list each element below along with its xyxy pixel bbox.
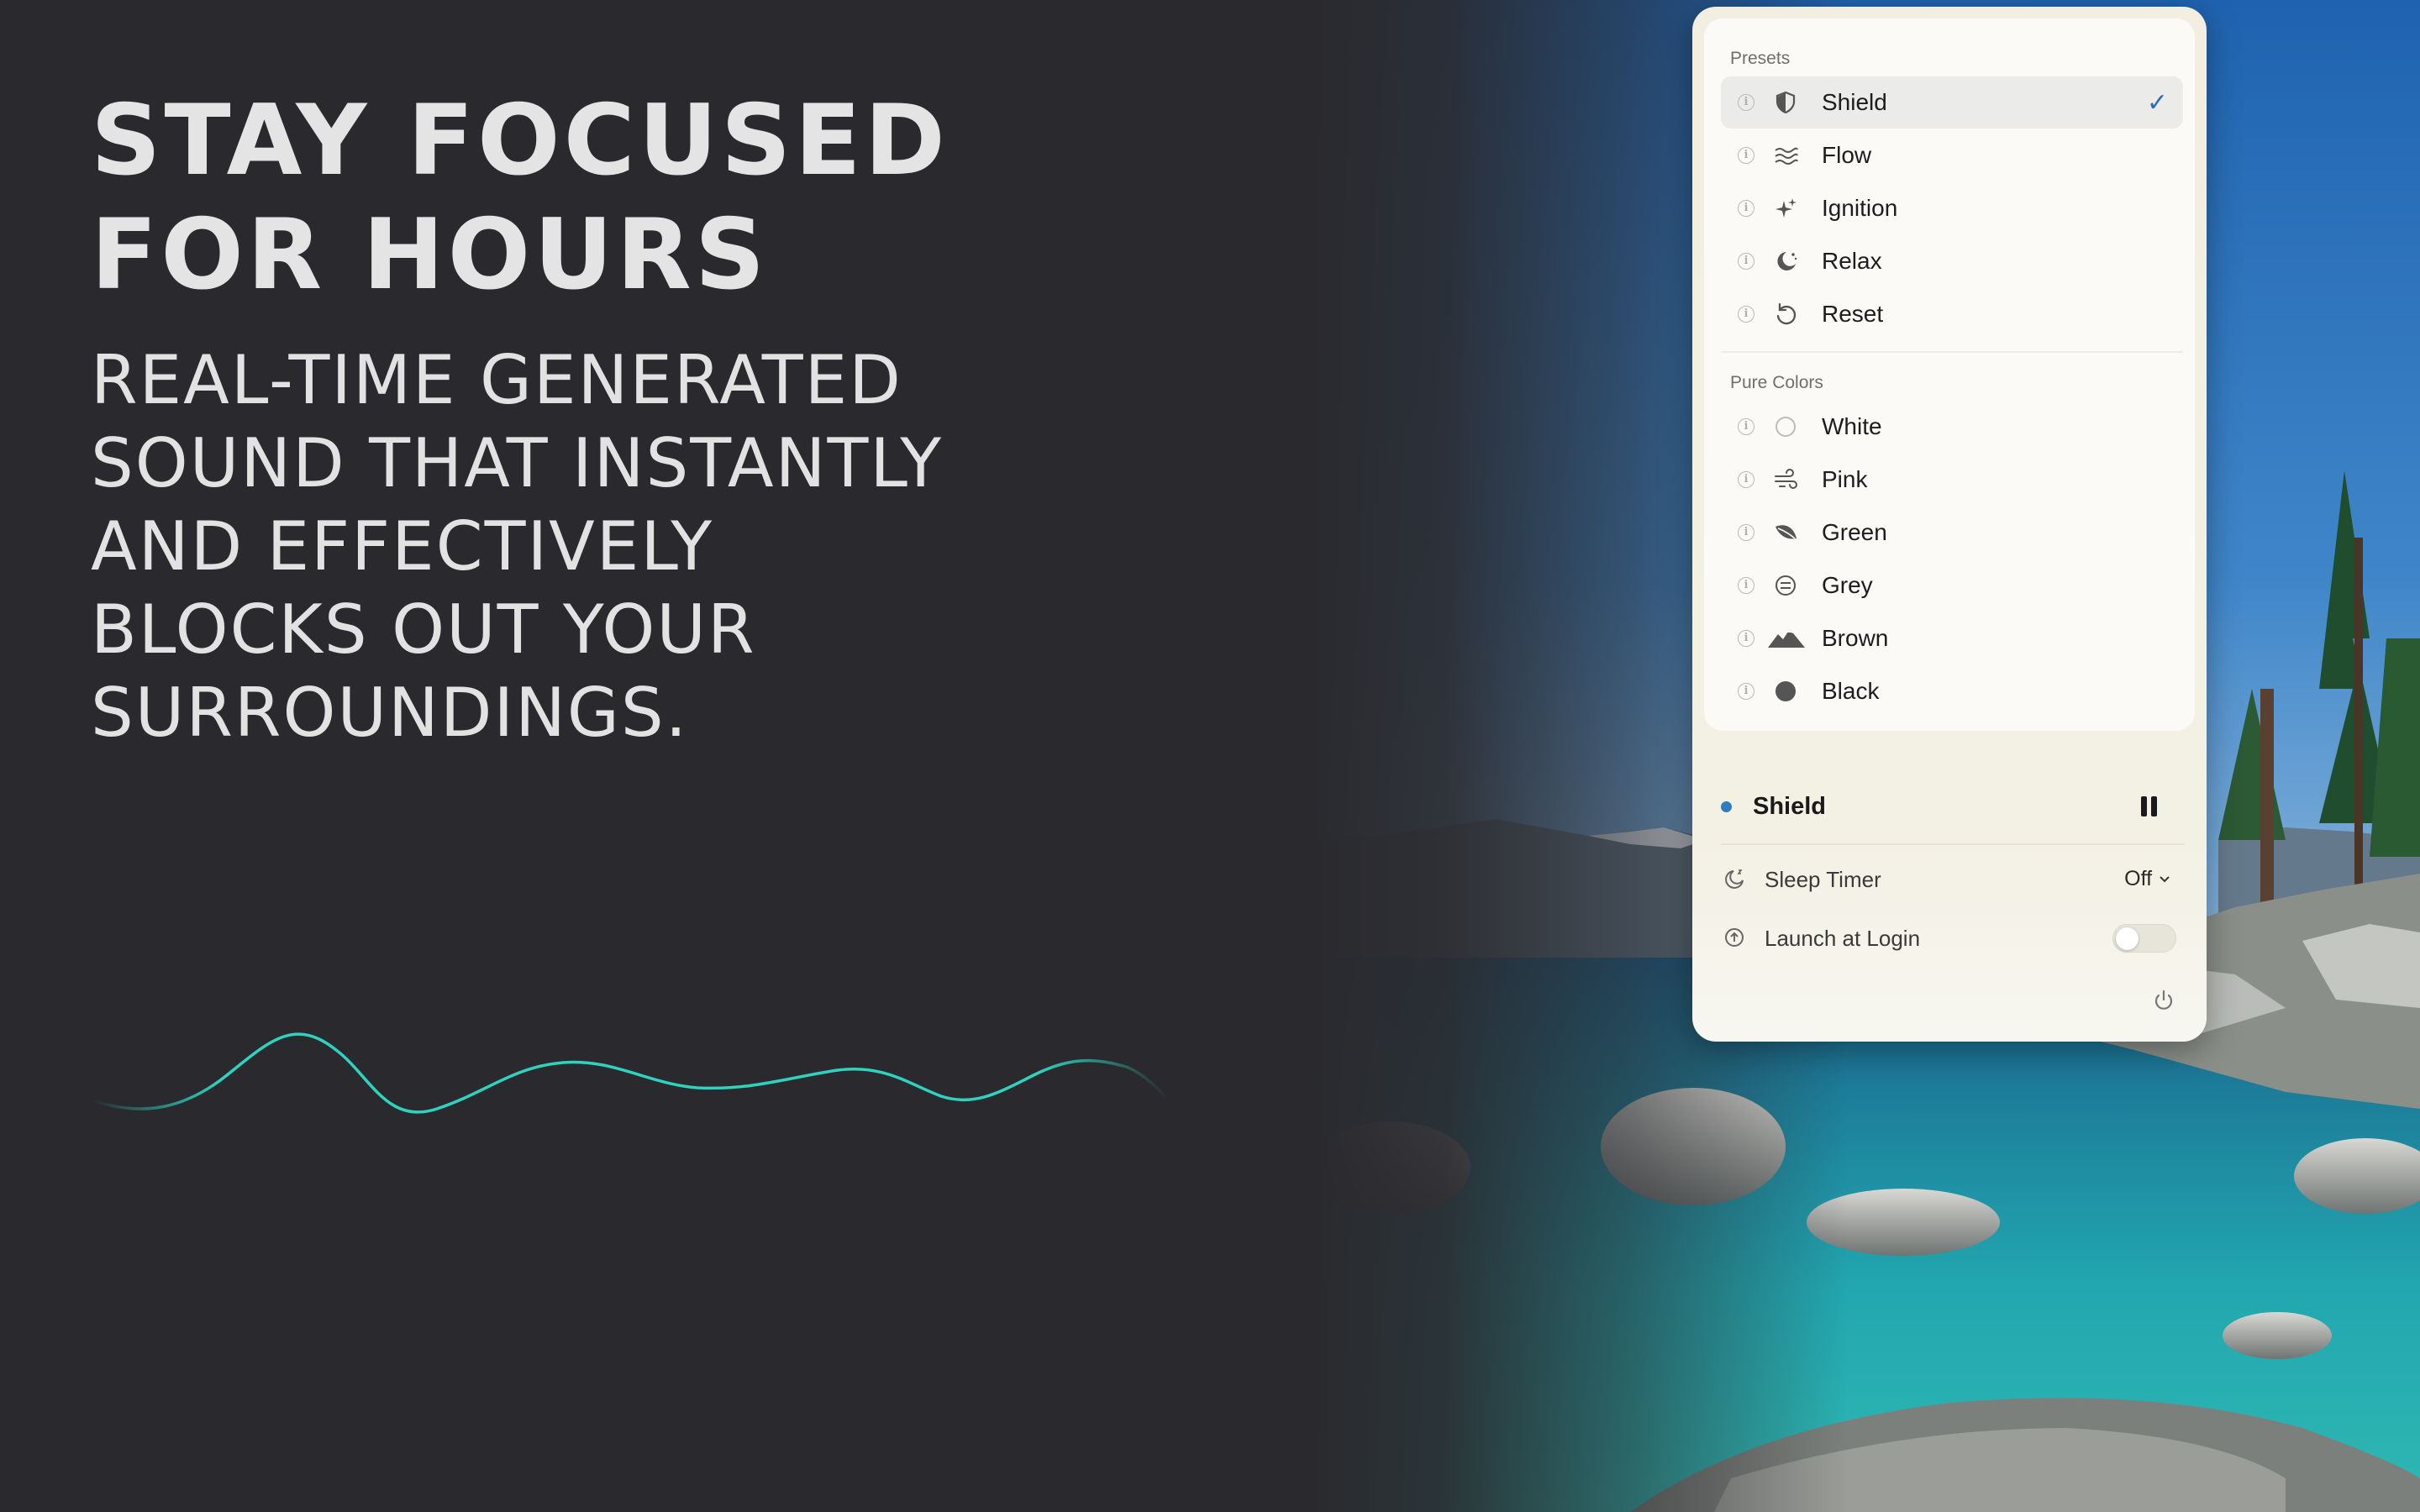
color-label: Pink bbox=[1822, 466, 1868, 492]
wind-icon bbox=[1773, 467, 1798, 492]
shield-icon bbox=[1773, 90, 1798, 115]
color-label: Grey bbox=[1822, 572, 1873, 598]
pause-icon bbox=[2151, 796, 2157, 816]
info-icon[interactable]: i bbox=[1738, 418, 1754, 435]
subheadline-line: BLOCKS OUT YOUR bbox=[91, 591, 756, 669]
color-item-white[interactable]: i White bbox=[1721, 401, 2183, 453]
headline-line: STAY FOCUSED bbox=[91, 84, 949, 197]
presets-section-title: Presets bbox=[1730, 49, 1791, 68]
chevron-down-icon bbox=[2160, 876, 2170, 883]
color-label: Green bbox=[1822, 519, 1887, 545]
leaf-icon bbox=[1773, 520, 1798, 545]
preset-label: Reset bbox=[1822, 301, 1884, 327]
moon-timer-icon bbox=[1723, 867, 1746, 890]
info-icon[interactable]: i bbox=[1738, 306, 1754, 323]
sleep-timer-label: Sleep Timer bbox=[1765, 867, 1881, 892]
color-label: White bbox=[1822, 413, 1882, 439]
info-icon[interactable]: i bbox=[1738, 253, 1754, 270]
filled-circle-icon bbox=[1773, 679, 1798, 704]
arrow-up-circle-icon bbox=[1723, 926, 1746, 949]
color-item-pink[interactable]: i Pink bbox=[1721, 454, 2183, 506]
pure-colors-section-title: Pure Colors bbox=[1730, 373, 1823, 392]
section-divider bbox=[1721, 351, 2183, 353]
subheadline-line: SURROUNDINGS. bbox=[91, 674, 689, 752]
info-icon[interactable]: i bbox=[1738, 94, 1754, 111]
info-icon[interactable]: i bbox=[1738, 577, 1754, 594]
info-icon[interactable]: i bbox=[1738, 200, 1754, 217]
moon-stars-icon bbox=[1773, 249, 1798, 274]
info-icon[interactable]: i bbox=[1738, 630, 1754, 647]
now-playing-label: Shield bbox=[1753, 793, 1827, 820]
subheadline: REAL-TIME GENERATED SOUND THAT INSTANTLY… bbox=[91, 339, 1141, 754]
launch-at-login-toggle[interactable] bbox=[2112, 924, 2176, 953]
preset-item-shield[interactable]: i Shield ✓ bbox=[1721, 76, 2183, 129]
playing-indicator-dot bbox=[1721, 801, 1732, 812]
headline: STAY FOCUSED FOR HOURS bbox=[91, 84, 1141, 312]
now-playing-row: Shield bbox=[1692, 773, 2207, 840]
preset-label: Ignition bbox=[1822, 195, 1898, 221]
preset-item-ignition[interactable]: i Ignition bbox=[1721, 182, 2183, 234]
waves-icon bbox=[1773, 143, 1798, 168]
info-icon[interactable]: i bbox=[1738, 471, 1754, 488]
subheadline-line: AND EFFECTIVELY bbox=[91, 507, 714, 585]
grey-circle-icon bbox=[1773, 573, 1798, 598]
sleep-timer-value: Off bbox=[2124, 867, 2153, 890]
color-item-brown[interactable]: i Brown bbox=[1721, 612, 2183, 664]
info-icon[interactable]: i bbox=[1738, 147, 1754, 164]
sound-menu: Presets i Shield ✓ i Flow i Ignition i R… bbox=[1704, 18, 2195, 731]
color-label: Brown bbox=[1822, 625, 1889, 651]
sparkles-icon bbox=[1773, 196, 1798, 221]
circle-outline-icon bbox=[1773, 414, 1798, 439]
color-label: Black bbox=[1822, 678, 1880, 704]
reset-arrow-icon bbox=[1773, 302, 1798, 327]
info-icon[interactable]: i bbox=[1738, 524, 1754, 541]
pause-button[interactable] bbox=[2139, 796, 2160, 818]
sleep-timer-row[interactable]: Sleep Timer Off bbox=[1692, 850, 2207, 906]
checkmark-icon: ✓ bbox=[2146, 89, 2168, 117]
pause-icon bbox=[2141, 796, 2147, 816]
preset-item-flow[interactable]: i Flow bbox=[1721, 129, 2183, 181]
headline-line: FOR HOURS bbox=[91, 198, 769, 312]
power-icon[interactable] bbox=[2151, 988, 2176, 1013]
launch-at-login-label: Launch at Login bbox=[1765, 926, 1921, 951]
launch-at-login-row[interactable]: Launch at Login bbox=[1692, 909, 2207, 964]
info-icon[interactable]: i bbox=[1738, 683, 1754, 700]
preset-label: Relax bbox=[1822, 248, 1882, 274]
menu-bar-panel: Presets i Shield ✓ i Flow i Ignition i R… bbox=[1692, 7, 2207, 1042]
mountains-icon bbox=[1768, 626, 1805, 651]
preset-item-reset[interactable]: i Reset bbox=[1721, 288, 2183, 340]
settings-divider bbox=[1721, 843, 2185, 845]
subheadline-line: SOUND THAT INSTANTLY bbox=[91, 424, 944, 502]
preset-label: Shield bbox=[1822, 89, 1887, 115]
color-item-grey[interactable]: i Grey bbox=[1721, 559, 2183, 612]
sleep-timer-dropdown[interactable]: Off bbox=[2124, 867, 2171, 891]
toggle-knob bbox=[2116, 927, 2139, 950]
preset-label: Flow bbox=[1822, 142, 1872, 168]
sound-wave-graphic bbox=[92, 1032, 1168, 1114]
subheadline-line: REAL-TIME GENERATED bbox=[91, 341, 902, 419]
color-item-black[interactable]: i Black bbox=[1721, 665, 2183, 717]
color-item-green[interactable]: i Green bbox=[1721, 507, 2183, 559]
preset-item-relax[interactable]: i Relax bbox=[1721, 235, 2183, 287]
